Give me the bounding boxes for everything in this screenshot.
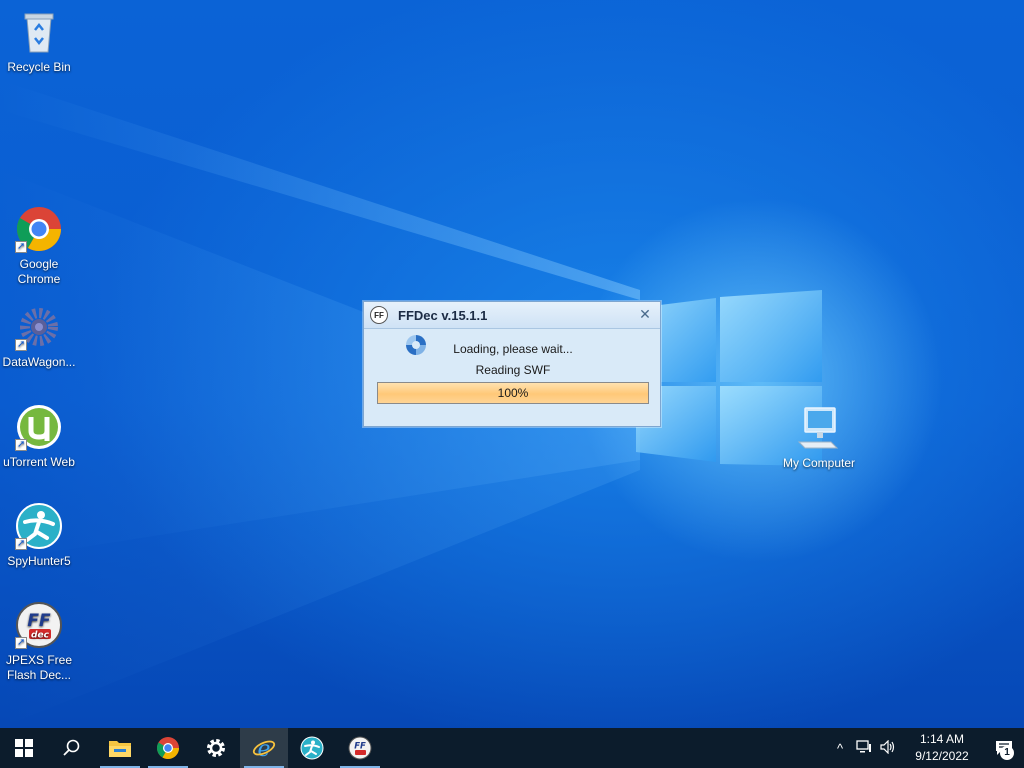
taskbar-spyhunter[interactable] [288, 728, 336, 768]
ffdec-loading-dialog: FF FFDec v.15.1.1 ✕ Loading, please wait… [363, 301, 661, 427]
desktop-icon-my-computer[interactable]: My Computer [780, 404, 858, 471]
recycle-bin-icon [15, 8, 63, 56]
close-icon[interactable]: ✕ [638, 307, 652, 321]
desktop-icon-google-chrome[interactable]: Google Chrome [0, 205, 78, 287]
clock[interactable]: 1:14 AM 9/12/2022 [904, 731, 980, 765]
svg-text:e: e [257, 737, 270, 760]
dialog-title: FFDec v.15.1.1 [398, 307, 488, 323]
desktop-icon-label: JPEXS Free Flash Dec... [5, 653, 73, 682]
desktop-icon-utorrent-web[interactable]: uTorrent Web [0, 403, 78, 470]
my-computer-icon [795, 404, 843, 452]
start-button[interactable] [0, 728, 48, 768]
system-tray: ^ 1:14 AM 9/12/2022 1 [828, 728, 1024, 768]
taskbar: e FF ^ 1:14 AM 9/12/2022 1 [0, 728, 1024, 768]
chrome-icon [156, 737, 179, 759]
datawagon-icon [15, 303, 63, 352]
shortcut-arrow-icon [15, 536, 27, 551]
desktop-icon-datawagon[interactable]: DataWagon... [0, 303, 78, 370]
jpexs-ffdec-icon: FF [348, 736, 372, 760]
shortcut-arrow-icon [15, 239, 27, 254]
desktop-icon-label: DataWagon... [2, 355, 76, 369]
shortcut-arrow-icon [15, 635, 27, 650]
desktop-icon-label: SpyHunter5 [7, 554, 71, 568]
clock-time: 1:14 AM [919, 732, 965, 746]
desktop: Recycle Bin Google Chrome DataWagon... [0, 0, 1024, 728]
shortcut-arrow-icon [15, 437, 27, 452]
network-icon[interactable] [852, 739, 876, 757]
volume-icon[interactable] [876, 739, 900, 757]
ffdec-app-icon: FF [370, 306, 388, 324]
clock-date: 9/12/2022 [915, 749, 969, 763]
windows-start-icon [15, 739, 33, 757]
gear-icon [207, 739, 225, 757]
utorrent-icon [15, 403, 63, 452]
taskbar-chrome[interactable] [144, 728, 192, 768]
action-center-button[interactable]: 1 [984, 728, 1024, 768]
internet-explorer-icon: e [252, 737, 276, 760]
desktop-icon-recycle-bin[interactable]: Recycle Bin [0, 8, 78, 75]
svg-text:FF: FF [27, 611, 51, 631]
spyhunter-icon [15, 502, 63, 551]
jpexs-ffdec-icon: FF dec [15, 601, 63, 650]
taskbar-file-explorer[interactable] [96, 728, 144, 768]
loading-status: Reading SWF [475, 363, 551, 377]
show-hidden-icons-chevron-icon[interactable]: ^ [828, 741, 852, 756]
progress-bar: 100% [377, 382, 649, 404]
shortcut-arrow-icon [15, 337, 27, 352]
chrome-icon [15, 205, 63, 254]
notification-count-badge: 1 [1000, 746, 1014, 760]
taskbar-internet-explorer[interactable]: e [240, 728, 288, 768]
search-button[interactable] [48, 728, 96, 768]
search-icon [63, 739, 80, 756]
taskbar-ffdec[interactable]: FF [336, 728, 384, 768]
svg-text:dec: dec [31, 631, 50, 641]
desktop-icon-label: Recycle Bin [7, 60, 71, 74]
progress-text: 100% [497, 386, 529, 400]
dialog-titlebar[interactable]: FF FFDec v.15.1.1 ✕ [364, 302, 660, 329]
folder-icon [109, 741, 131, 757]
desktop-icon-label: uTorrent Web [3, 455, 75, 469]
desktop-icon-jpexs-ffdec[interactable]: FF dec JPEXS Free Flash Dec... [0, 601, 78, 683]
desktop-icon-label: My Computer [782, 456, 856, 470]
desktop-icon-spyhunter5[interactable]: SpyHunter5 [0, 502, 78, 569]
desktop-icon-label: Google Chrome [17, 257, 61, 286]
loading-message: Loading, please wait... [453, 342, 573, 356]
spyhunter-icon [300, 736, 324, 760]
taskbar-settings[interactable] [192, 728, 240, 768]
